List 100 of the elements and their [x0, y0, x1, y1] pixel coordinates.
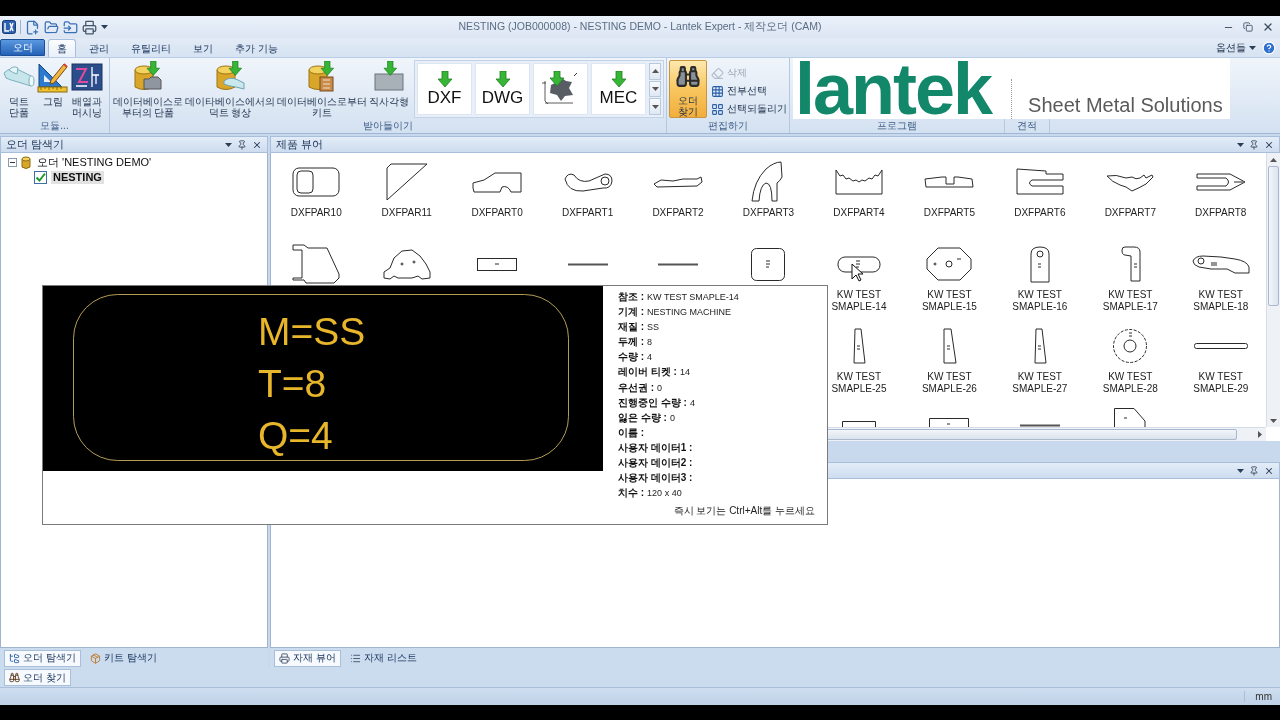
import-kit-button[interactable]: 데이터베이스로부터 키트: [276, 60, 368, 118]
pin-icon[interactable]: [1249, 139, 1259, 150]
part-thumbnail-icon[interactable]: [751, 247, 786, 281]
part-thumbnail-icon[interactable]: [836, 255, 881, 273]
part-name[interactable]: DXFPART8: [1195, 207, 1247, 219]
new-file-icon[interactable]: [25, 19, 40, 35]
caret-up-icon[interactable]: [651, 69, 659, 74]
panel-tab[interactable]: 오더 찾기: [4, 669, 71, 686]
tree-item[interactable]: 오더 'NESTING DEMO': [35, 156, 154, 169]
format-import-button[interactable]: MEC: [591, 63, 646, 115]
dropdown-icon[interactable]: [1237, 142, 1244, 147]
caret-down-icon[interactable]: [651, 87, 659, 91]
part-thumbnail-icon[interactable]: [472, 170, 523, 194]
application-menu-button[interactable]: 오더: [0, 39, 45, 56]
drawing-button[interactable]: 그림: [36, 60, 70, 107]
rectangle-button[interactable]: 직사각형: [368, 60, 410, 107]
format-import-button[interactable]: DXF: [417, 63, 472, 115]
part-thumbnail-icon[interactable]: [941, 328, 958, 364]
part-thumbnail-icon[interactable]: [1106, 172, 1155, 192]
ribbon-tab[interactable]: 홈: [48, 39, 76, 57]
scroll-right-icon[interactable]: [1257, 431, 1262, 438]
find-order-button[interactable]: 오더 찾기: [669, 60, 707, 118]
panel-tab[interactable]: 키트 탐색기: [84, 649, 162, 667]
scroll-up-icon[interactable]: [1270, 157, 1277, 162]
part-name[interactable]: DXFPART2: [652, 207, 704, 219]
part-thumbnail-icon[interactable]: [851, 328, 866, 364]
app-logo-icon[interactable]: [2, 20, 16, 34]
select-all-button[interactable]: 전부선택: [711, 82, 787, 100]
part-thumbnail-icon[interactable]: [658, 262, 699, 266]
shape-import-button[interactable]: [533, 63, 588, 115]
part-name[interactable]: DXFPART0: [471, 207, 523, 219]
pin-icon[interactable]: [1249, 465, 1259, 476]
ribbon-tab[interactable]: 추가 기능: [226, 39, 287, 57]
part-name[interactable]: DXFPART7: [1104, 207, 1156, 219]
close-icon[interactable]: [252, 139, 262, 150]
part-thumbnail-icon[interactable]: [385, 163, 428, 201]
panel-tab[interactable]: 자재 뷰어: [274, 649, 341, 667]
ribbon-tab[interactable]: 유틸리티: [122, 39, 180, 57]
gallery-scroll-down-button[interactable]: [649, 80, 661, 98]
part-thumbnail-icon[interactable]: [1190, 253, 1251, 275]
part-name[interactable]: KW TEST SMAPLE-18: [1183, 289, 1258, 313]
scrollbar-thumb[interactable]: [1268, 166, 1279, 306]
caret-down-icon[interactable]: [1249, 45, 1256, 50]
part-name[interactable]: KW TEST SMAPLE-27: [1002, 371, 1077, 395]
dropdown-icon[interactable]: [1237, 468, 1244, 473]
caret-down-icon[interactable]: [101, 25, 108, 29]
ribbon-tab[interactable]: 보기: [184, 39, 222, 57]
nesting-machining-button[interactable]: 배열과 머시닝: [70, 60, 104, 118]
part-thumbnail-icon[interactable]: [567, 262, 608, 266]
part-name[interactable]: DXFPART5: [923, 207, 976, 219]
part-thumbnail-icon[interactable]: [1114, 408, 1147, 427]
part-thumbnail-icon[interactable]: [1119, 246, 1142, 282]
part-thumbnail-icon[interactable]: [841, 421, 876, 427]
scroll-down-icon[interactable]: [1270, 418, 1277, 423]
folder-arrow-icon[interactable]: [63, 19, 78, 35]
part-thumbnail-icon[interactable]: [562, 171, 613, 193]
part-thumbnail-icon[interactable]: [1019, 424, 1060, 427]
gallery-scroll-up-button[interactable]: [649, 63, 661, 80]
part-thumbnail-icon[interactable]: [1193, 343, 1248, 349]
checkbox[interactable]: [34, 171, 47, 184]
close-icon[interactable]: [1264, 465, 1274, 476]
part-thumbnail-icon[interactable]: [292, 244, 341, 284]
options-menu-button[interactable]: 옵션들: [1214, 40, 1258, 55]
part-name[interactable]: DXFPART1: [561, 207, 614, 219]
part-name[interactable]: KW TEST SMAPLE-17: [1093, 289, 1168, 313]
part-name[interactable]: KW TEST SMAPLE-16: [1002, 289, 1077, 313]
part-thumbnail-icon[interactable]: [1032, 328, 1047, 364]
part-thumbnail-icon[interactable]: [929, 418, 970, 427]
folder-open-icon[interactable]: [44, 19, 59, 35]
help-icon[interactable]: [1262, 40, 1276, 55]
part-name[interactable]: KW TEST SMAPLE-28: [1093, 371, 1168, 395]
part-name[interactable]: DXFPART4: [833, 207, 885, 219]
part-name[interactable]: DXFPAR10: [290, 207, 342, 219]
pin-icon[interactable]: [237, 139, 247, 150]
import-duct-shape-button[interactable]: 데이타베이스에서의 덕트 형상: [184, 60, 276, 118]
close-icon[interactable]: [1264, 139, 1274, 150]
part-name[interactable]: KW TEST SMAPLE-15: [912, 289, 987, 313]
part-thumbnail-icon[interactable]: [1029, 245, 1050, 283]
part-name[interactable]: DXFPART3: [742, 207, 795, 219]
restore-icon[interactable]: [1243, 22, 1253, 32]
duct-part-button[interactable]: 덕트 단품: [2, 60, 36, 118]
part-thumbnail-icon[interactable]: [1015, 168, 1064, 196]
part-thumbnail-icon[interactable]: [381, 248, 432, 280]
part-name[interactable]: KW TEST SMAPLE-29: [1183, 371, 1258, 395]
format-import-button[interactable]: DWG: [475, 63, 530, 115]
part-thumbnail-icon[interactable]: [477, 257, 518, 271]
tree-item[interactable]: NESTING: [51, 171, 104, 184]
collapse-icon[interactable]: [8, 158, 17, 167]
printer-icon[interactable]: [82, 19, 97, 35]
part-name[interactable]: KW TEST SMAPLE-26: [912, 371, 987, 395]
part-thumbnail-icon[interactable]: [926, 247, 973, 281]
ribbon-tab[interactable]: 관리: [80, 39, 118, 57]
close-icon[interactable]: [1262, 21, 1274, 33]
dropdown-icon[interactable]: [225, 142, 232, 147]
part-thumbnail-icon[interactable]: [653, 176, 704, 188]
panel-tab[interactable]: 자재 리스트: [344, 649, 422, 667]
panel-tab[interactable]: 오더 탐색기: [4, 649, 81, 667]
part-thumbnail-icon[interactable]: [1195, 173, 1246, 191]
import-part-button[interactable]: 데이터베이스로 부터의 단품: [112, 60, 184, 118]
more-icon[interactable]: [651, 104, 659, 109]
